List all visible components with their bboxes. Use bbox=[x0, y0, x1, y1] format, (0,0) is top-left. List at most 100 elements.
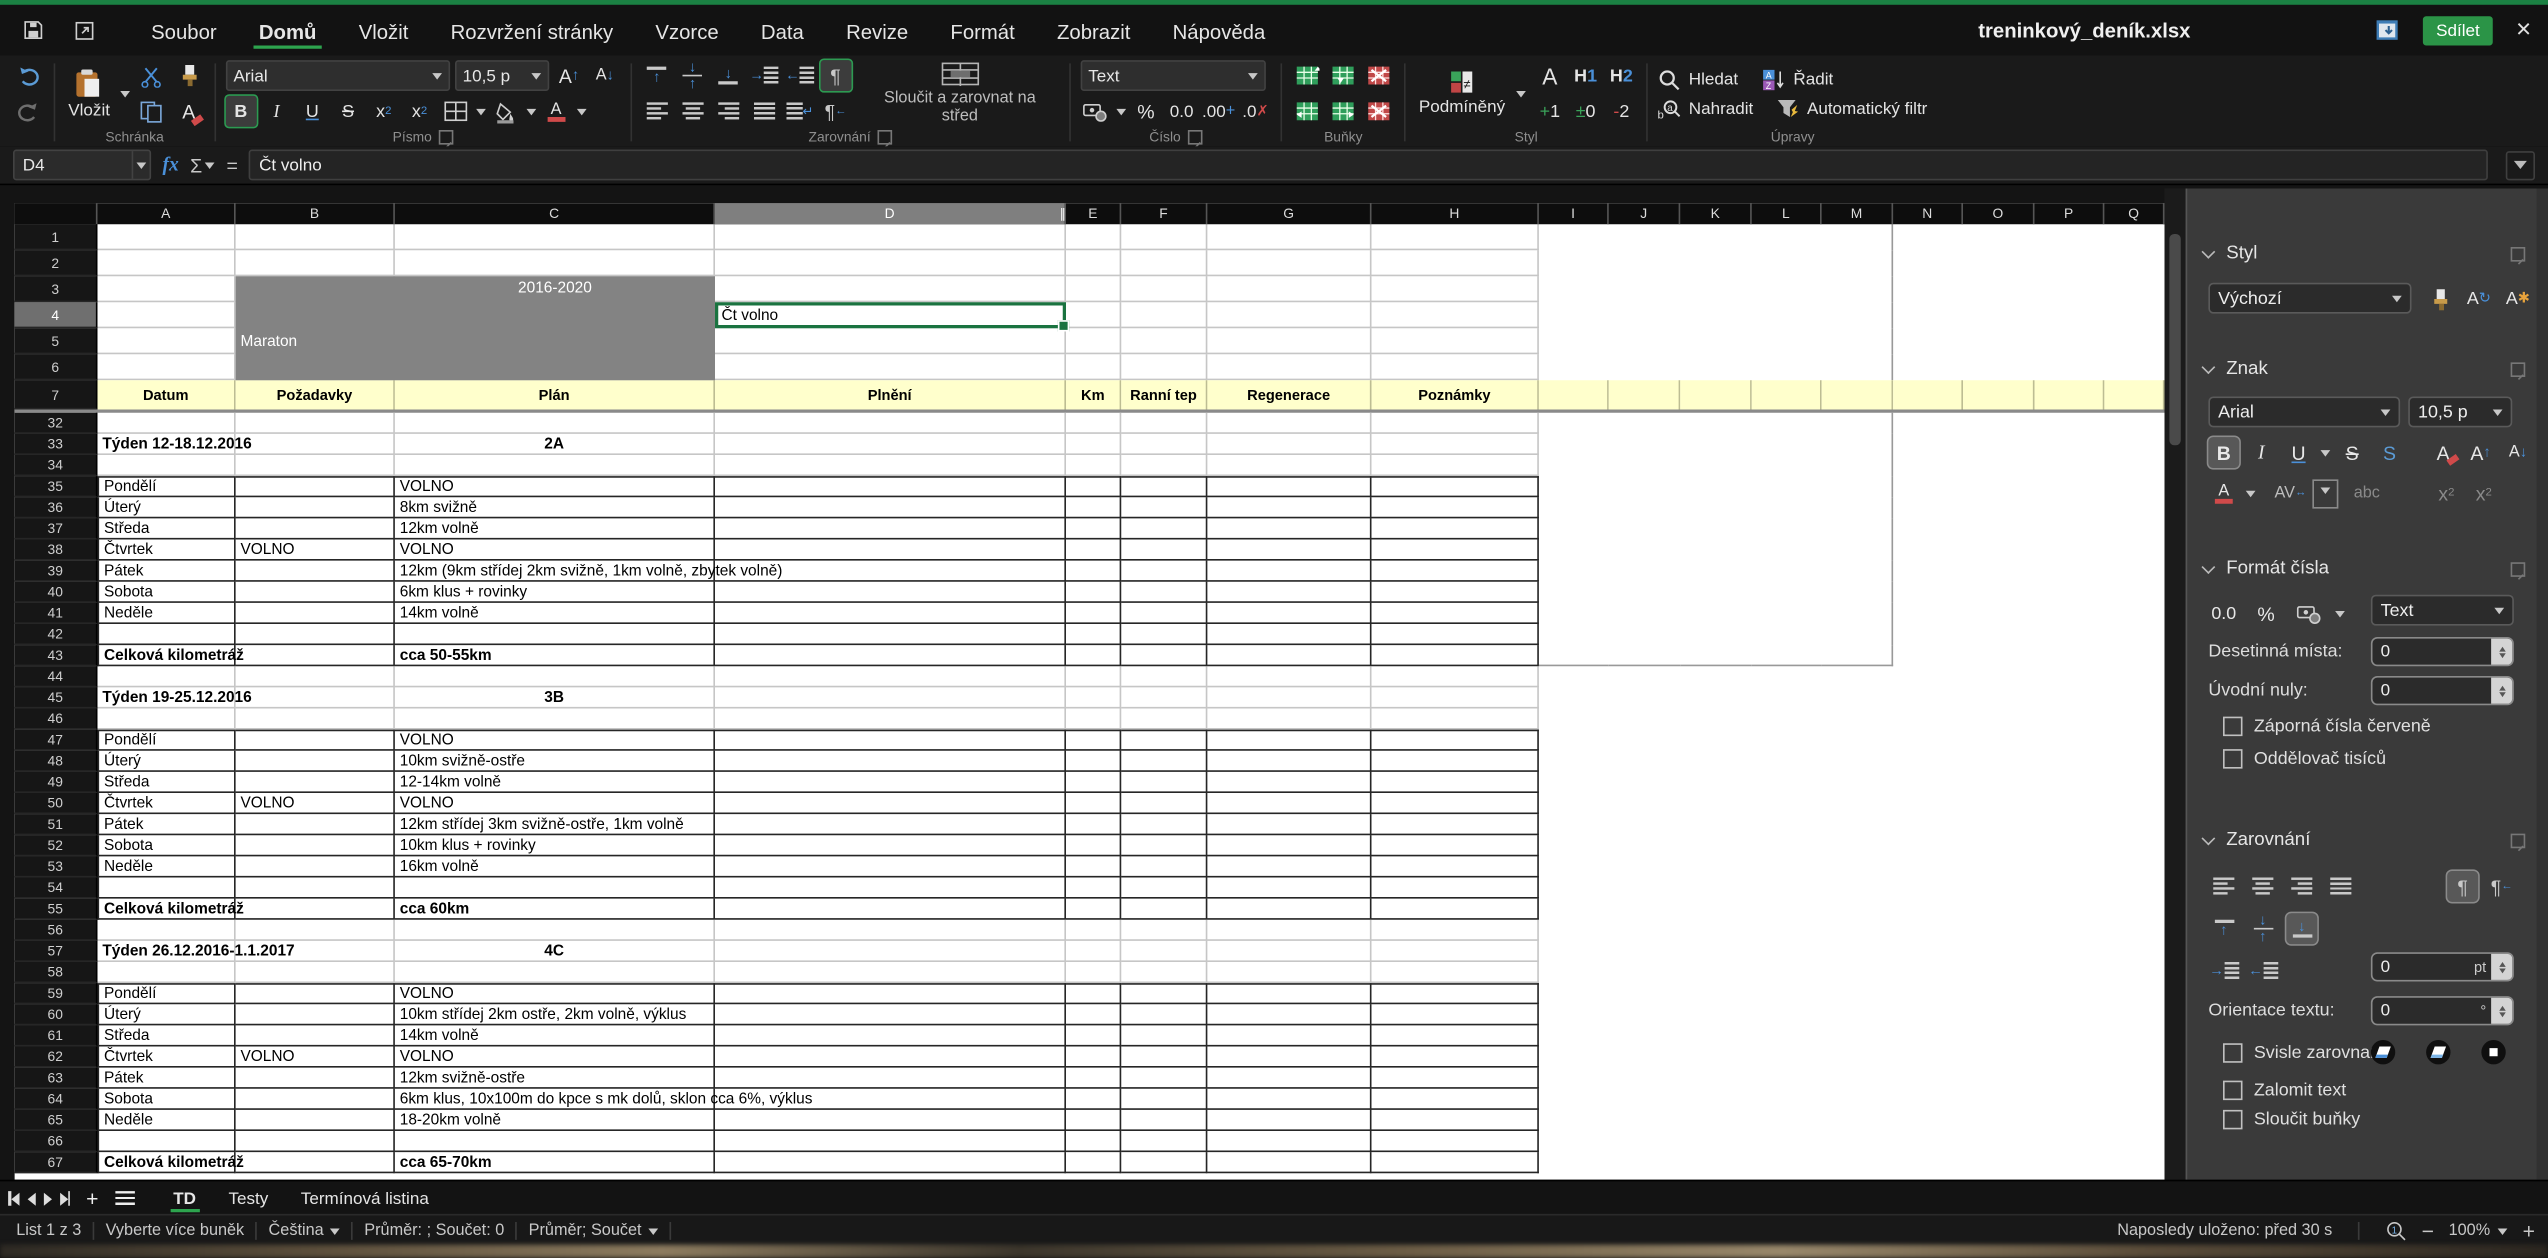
update-style-icon[interactable]: A↻ bbox=[2464, 283, 2495, 314]
cell-H4[interactable] bbox=[1372, 302, 1539, 328]
cell-L52[interactable] bbox=[1752, 835, 1822, 856]
increase-indent-icon[interactable]: → bbox=[2208, 956, 2239, 987]
cell-P37[interactable] bbox=[2035, 518, 2105, 539]
cell-M3[interactable] bbox=[1822, 276, 1894, 302]
cell-C1[interactable] bbox=[395, 224, 715, 250]
cell-C34[interactable] bbox=[395, 455, 715, 476]
cell-J38[interactable] bbox=[1609, 540, 1681, 561]
cell-E54[interactable] bbox=[1066, 878, 1121, 899]
character-spacing-caret[interactable] bbox=[2312, 479, 2338, 508]
cell-H37[interactable] bbox=[1372, 518, 1539, 539]
cell-N3[interactable] bbox=[1893, 276, 1963, 302]
cell-I42[interactable] bbox=[1539, 624, 1609, 645]
cell-P32[interactable] bbox=[2035, 413, 2105, 434]
align-bottom-icon[interactable]: ↓ bbox=[2286, 913, 2317, 944]
cell-C56[interactable] bbox=[395, 920, 715, 941]
cell-E47[interactable] bbox=[1066, 730, 1121, 751]
cell-J58[interactable] bbox=[1609, 962, 1681, 983]
cell-C61[interactable]: 14km volně bbox=[395, 1025, 715, 1046]
cell-F60[interactable] bbox=[1121, 1004, 1207, 1025]
cell-D37[interactable] bbox=[715, 518, 1066, 539]
cell-O34[interactable] bbox=[1963, 455, 2035, 476]
cell-Q35[interactable] bbox=[2104, 476, 2164, 497]
cell-H48[interactable] bbox=[1372, 751, 1539, 772]
cell-Q44[interactable] bbox=[2104, 666, 2164, 687]
cell-D49[interactable] bbox=[715, 772, 1066, 793]
cell-P7[interactable] bbox=[2035, 380, 2105, 409]
cell-J42[interactable] bbox=[1609, 624, 1681, 645]
cell-A64[interactable]: Sobota bbox=[98, 1089, 236, 1110]
cell-I60[interactable] bbox=[1539, 1004, 1609, 1025]
cell-L55[interactable] bbox=[1752, 899, 1822, 920]
vertical-scrollbar[interactable] bbox=[2165, 189, 2186, 1180]
conditional-caret[interactable] bbox=[1517, 90, 1527, 101]
font-color-icon[interactable]: A bbox=[541, 96, 572, 127]
cell-H66[interactable] bbox=[1372, 1131, 1539, 1152]
cell-B61[interactable] bbox=[236, 1025, 395, 1046]
cell-C52[interactable]: 10km klus + rovinky bbox=[395, 835, 715, 856]
cell-C36[interactable]: 8km svižně bbox=[395, 497, 715, 518]
cell-O52[interactable] bbox=[1963, 835, 2035, 856]
cell-J6[interactable] bbox=[1609, 354, 1681, 380]
row-header-41[interactable]: 41 bbox=[15, 603, 98, 624]
cell-C49[interactable]: 12-14km volně bbox=[395, 772, 715, 793]
menu-item-format[interactable]: Formát bbox=[929, 11, 1036, 50]
cell-P6[interactable] bbox=[2035, 354, 2105, 380]
cell-A33[interactable]: Týden 12-18.12.2016 bbox=[98, 434, 236, 455]
sidebar-grow-font-icon[interactable]: A↑ bbox=[2465, 437, 2496, 468]
cell-H61[interactable] bbox=[1372, 1025, 1539, 1046]
cell-I5[interactable] bbox=[1539, 328, 1609, 354]
font-color-caret[interactable] bbox=[2246, 490, 2256, 501]
cell-B56[interactable] bbox=[236, 920, 395, 941]
font-name-combo[interactable]: Arial bbox=[225, 60, 449, 91]
cell-I54[interactable] bbox=[1539, 878, 1609, 899]
row-header-42[interactable]: 42 bbox=[15, 624, 98, 645]
cell-D7[interactable]: Plnění bbox=[715, 380, 1066, 409]
cell-E7[interactable]: Km bbox=[1066, 380, 1121, 409]
open-in-new-icon[interactable] bbox=[65, 14, 104, 47]
cell-F55[interactable] bbox=[1121, 899, 1207, 920]
cell-F54[interactable] bbox=[1121, 878, 1207, 899]
cell-E64[interactable] bbox=[1066, 1089, 1121, 1110]
cell-A63[interactable]: Pátek bbox=[98, 1068, 236, 1089]
cell-J34[interactable] bbox=[1609, 455, 1681, 476]
cell-I64[interactable] bbox=[1539, 1089, 1609, 1110]
cell-J3[interactable] bbox=[1609, 276, 1681, 302]
cell-L46[interactable] bbox=[1752, 709, 1822, 730]
cell-H2[interactable] bbox=[1372, 250, 1539, 276]
currency-caret[interactable] bbox=[1116, 108, 1126, 119]
cell-Q62[interactable] bbox=[2104, 1047, 2164, 1068]
cell-O38[interactable] bbox=[1963, 540, 2035, 561]
cell-M55[interactable] bbox=[1822, 899, 1894, 920]
cell-G67[interactable] bbox=[1207, 1152, 1371, 1173]
insert-column-left-icon[interactable] bbox=[1292, 96, 1323, 127]
redo-icon[interactable] bbox=[13, 96, 44, 127]
sort-button[interactable]: AZ Řadit bbox=[1761, 67, 1833, 90]
cell-P33[interactable] bbox=[2035, 434, 2105, 455]
cell-I41[interactable] bbox=[1539, 603, 1609, 624]
borders-icon[interactable] bbox=[440, 96, 471, 127]
cell-K48[interactable] bbox=[1680, 751, 1752, 772]
cell-E42[interactable] bbox=[1066, 624, 1121, 645]
cell-A62[interactable]: Čtvrtek bbox=[98, 1047, 236, 1068]
cell-I65[interactable] bbox=[1539, 1110, 1609, 1131]
cell-F43[interactable] bbox=[1121, 645, 1207, 666]
row-header-52[interactable]: 52 bbox=[15, 835, 98, 856]
cell-N64[interactable] bbox=[1893, 1089, 1963, 1110]
cell-I36[interactable] bbox=[1539, 497, 1609, 518]
column-header-P[interactable]: P bbox=[2035, 203, 2105, 224]
sidebar-alignment-section[interactable]: Zarovnání bbox=[2204, 830, 2311, 850]
cell-L3[interactable] bbox=[1752, 276, 1822, 302]
merge-cells-checkbox[interactable]: Sloučit buňky bbox=[2223, 1110, 2360, 1130]
cell-E58[interactable] bbox=[1066, 962, 1121, 983]
cell-P39[interactable] bbox=[2035, 561, 2105, 582]
cell-C67[interactable]: cca 65-70km bbox=[395, 1152, 715, 1173]
cell-G41[interactable] bbox=[1207, 603, 1371, 624]
cell-F64[interactable] bbox=[1121, 1089, 1207, 1110]
cell-J55[interactable] bbox=[1609, 899, 1681, 920]
sum-icon[interactable]: Σ bbox=[190, 154, 215, 177]
cell-E34[interactable] bbox=[1066, 455, 1121, 476]
cell-I34[interactable] bbox=[1539, 455, 1609, 476]
negative-red-checkbox[interactable]: Záporná čísla červeně bbox=[2223, 717, 2431, 737]
orientation-vertical-icon[interactable] bbox=[2481, 1040, 2505, 1064]
